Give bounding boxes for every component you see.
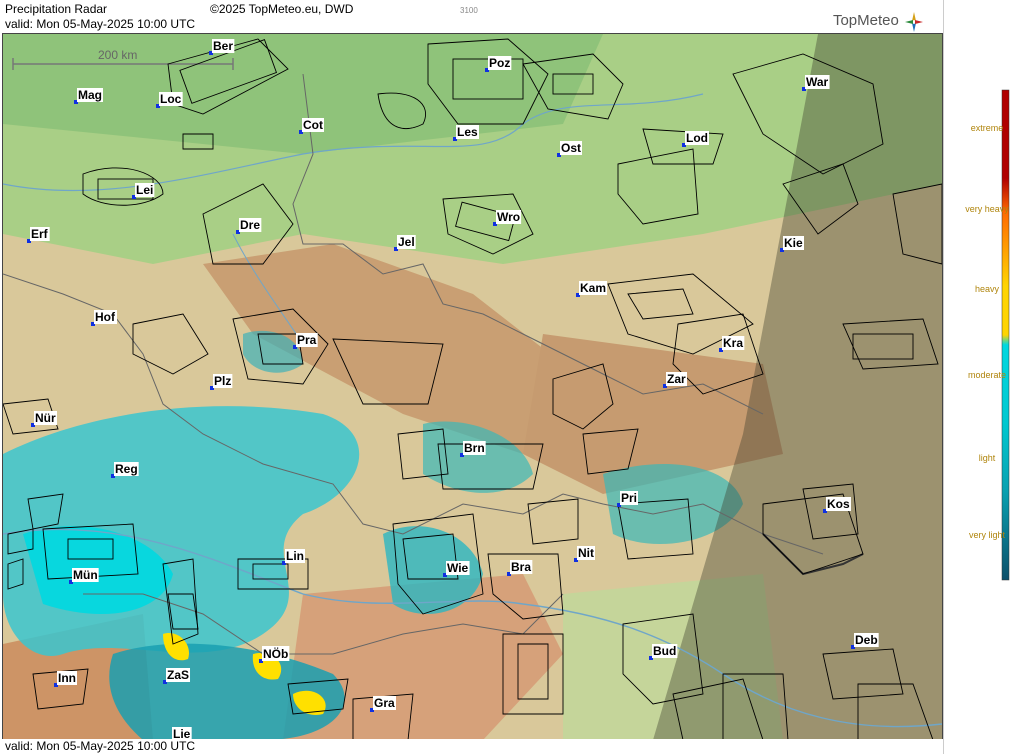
svg-text:Plz: Plz (214, 374, 231, 388)
city-kos: Kos (823, 497, 851, 513)
svg-text:Brn: Brn (464, 441, 485, 455)
svg-text:War: War (806, 75, 829, 89)
brand-logo: TopMeteo (833, 12, 923, 32)
svg-text:Dre: Dre (240, 218, 260, 232)
city-hof: Hof (91, 310, 117, 326)
svg-text:Zar: Zar (667, 372, 686, 386)
legend-heavy: heavy (974, 284, 1000, 294)
city-wro: Wro (493, 210, 522, 226)
svg-text:Erf: Erf (31, 227, 49, 241)
legend-light: light (978, 453, 996, 463)
svg-text:Poz: Poz (489, 56, 510, 70)
svg-text:Hof: Hof (95, 310, 116, 324)
city-wie: Wie (443, 561, 470, 577)
svg-text:Nit: Nit (578, 546, 594, 560)
city-loc: Loc (156, 92, 183, 108)
svg-text:ZaS: ZaS (167, 668, 189, 682)
svg-text:Cot: Cot (303, 118, 323, 132)
svg-text:Mag: Mag (78, 88, 102, 102)
city-bud: Bud (649, 644, 678, 660)
city-gra: Gra (370, 696, 397, 712)
svg-text:Gra: Gra (374, 696, 395, 710)
brand-name: TopMeteo (832, 12, 899, 29)
compass-icon (905, 12, 923, 32)
legend-moderate: moderate (967, 370, 1007, 380)
header-bar: Precipitation Radar ©2025 TopMeteo.eu, D… (0, 0, 943, 33)
city-inn: Inn (54, 671, 77, 687)
copyright-text: ©2025 TopMeteo.eu, DWD (210, 2, 354, 16)
svg-text:Ost: Ost (561, 141, 581, 155)
scale-bar-label: 200 km (98, 48, 137, 62)
city-nur: Nür (31, 411, 57, 427)
city-kam: Kam (576, 281, 608, 297)
city-plz: Plz (210, 374, 233, 390)
city-dre: Dre (236, 218, 262, 234)
map-code: 3100 (460, 6, 478, 15)
city-kra: Kra (719, 336, 745, 352)
legend-extreme: extreme (970, 123, 1004, 133)
city-kie: Kie (780, 236, 804, 252)
svg-text:Les: Les (457, 125, 478, 139)
svg-text:Kos: Kos (827, 497, 850, 511)
city-ber: Ber (209, 39, 235, 55)
svg-text:Bud: Bud (653, 644, 676, 658)
svg-text:Inn: Inn (58, 671, 76, 685)
svg-text:Kie: Kie (784, 236, 803, 250)
city-lin: Lin (282, 549, 305, 565)
svg-text:Ber: Ber (213, 39, 233, 53)
valid-time-header: valid: Mon 05-May-2025 10:00 UTC (5, 17, 196, 31)
svg-text:Kra: Kra (723, 336, 743, 350)
city-erf: Erf (27, 227, 50, 243)
legend-very-light: very light (968, 530, 1005, 540)
svg-text:Wie: Wie (447, 561, 469, 575)
city-pra: Pra (293, 333, 318, 349)
valid-time-footer: valid: Mon 05-May-2025 10:00 UTC (5, 739, 196, 753)
city-war: War (802, 75, 830, 91)
svg-text:NÖb: NÖb (263, 646, 288, 661)
svg-text:Deb: Deb (855, 633, 878, 647)
svg-text:Lod: Lod (686, 131, 708, 145)
svg-text:Mün: Mün (73, 568, 98, 582)
city-bra: Bra (507, 560, 533, 576)
city-jel: Jel (394, 235, 416, 251)
city-poz: Poz (485, 56, 512, 72)
svg-text:Lin: Lin (286, 549, 304, 563)
svg-text:Nür: Nür (35, 411, 56, 425)
city-nob: NÖb (259, 646, 290, 663)
city-reg: Reg (111, 462, 139, 478)
radar-map[interactable]: 200 km Ber Mag Loc Cot Poz Les Ost War L… (2, 33, 943, 741)
svg-text:Jel: Jel (398, 235, 415, 249)
city-zas: ZaS (163, 668, 191, 684)
svg-text:Bra: Bra (511, 560, 531, 574)
city-lod: Lod (682, 131, 709, 147)
svg-text:Loc: Loc (160, 92, 182, 106)
city-nit: Nit (574, 546, 595, 562)
city-pri: Pri (617, 491, 639, 507)
svg-text:Wro: Wro (497, 210, 520, 224)
city-brn: Brn (460, 441, 486, 457)
legend-very-heavy: very heavy (965, 204, 1009, 214)
svg-text:Lei: Lei (136, 183, 153, 197)
city-zar: Zar (663, 372, 688, 388)
legend-panel: extreme very heavy heavy moderate light … (943, 0, 1033, 754)
city-mag: Mag (74, 88, 103, 104)
city-cot: Cot (299, 118, 324, 134)
city-mun: Mün (69, 568, 99, 584)
city-lei: Lei (132, 183, 155, 199)
svg-text:Pri: Pri (621, 491, 637, 505)
footer-bar: valid: Mon 05-May-2025 10:00 UTC (0, 739, 943, 754)
svg-text:Reg: Reg (115, 462, 138, 476)
city-les: Les (453, 125, 480, 141)
svg-text:Pra: Pra (297, 333, 317, 347)
svg-text:Kam: Kam (580, 281, 606, 295)
map-title: Precipitation Radar (5, 2, 108, 16)
city-deb: Deb (851, 633, 879, 649)
city-ost: Ost (557, 141, 583, 157)
